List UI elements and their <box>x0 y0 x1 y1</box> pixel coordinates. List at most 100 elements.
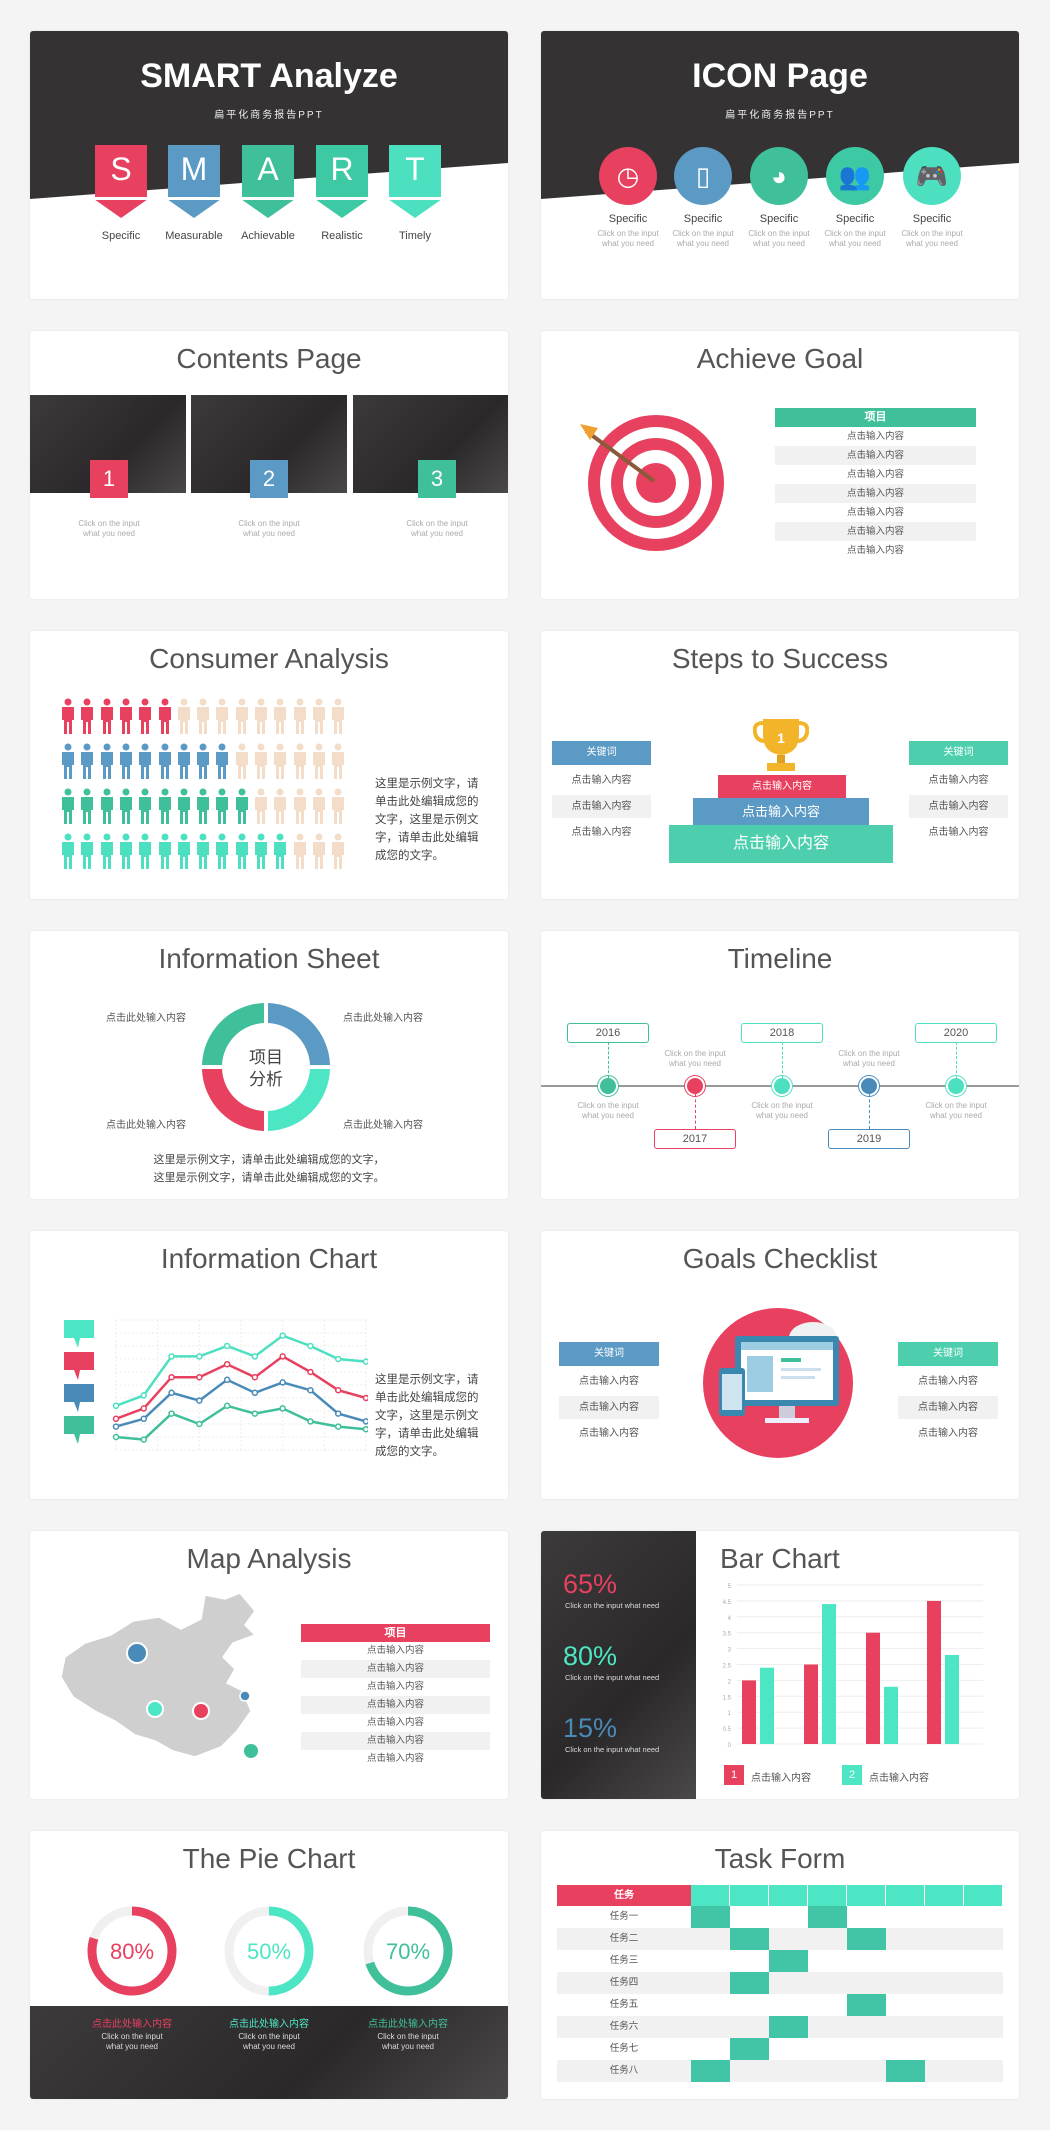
task-cell-filled[interactable] <box>769 2016 808 2038</box>
slide-information-sheet[interactable]: Information Sheet 项目 分析 点击此处输入内容 点击此处输入内容… <box>30 931 508 1199</box>
step-level-3[interactable]: 点击输入内容 <box>669 825 893 863</box>
data-point <box>362 1358 368 1365</box>
task-cell-filled[interactable] <box>730 1972 769 1994</box>
slide-information-chart[interactable]: Information Chart 这里是示例文字，请单击此处编辑成您的文字，这… <box>30 1231 508 1499</box>
step-level-1[interactable]: 点击输入内容 <box>718 775 846 798</box>
right-keyword-item[interactable]: 点击输入内容 <box>909 795 1008 818</box>
pie-heading[interactable]: 点击此处输入内容 <box>72 2015 192 2030</box>
slide-timeline[interactable]: Timeline 2016 Click on the input what you … <box>541 931 1019 1199</box>
table-row[interactable]: 点击输入内容 <box>775 503 976 522</box>
icon-circle[interactable]: ▯ <box>674 147 732 205</box>
data-point <box>279 1405 286 1412</box>
left-keyword-item[interactable]: 点击输入内容 <box>552 821 651 844</box>
body-line-1[interactable]: 这里是示例文字，请单击此处编辑成您的文字， <box>30 1151 508 1169</box>
task-header-cell <box>730 1885 768 1906</box>
slide-pie-chart[interactable]: The Pie Chart 80% 点击此处输入内容 Click on the in… <box>30 1831 508 2099</box>
right-keyword-item[interactable]: 点击输入内容 <box>909 769 1008 792</box>
description-text[interactable]: 这里是示例文字，请单击此处编辑成您的文字，这里是示例文字，请单击此处编辑成您的文… <box>375 775 487 865</box>
timeline-year-box[interactable]: 2016 <box>567 1023 649 1043</box>
quadrant-label-bl[interactable]: 点击此处输入内容 <box>96 1116 196 1131</box>
slide-bar-chart[interactable]: 65% Click on the input what need 80% Click … <box>541 1531 1019 1799</box>
slide-goals-checklist[interactable]: Goals Checklist 关键词 点击输入内容 点击输入内容 点击输入内容 关键词… <box>541 1231 1019 1499</box>
task-cell-filled[interactable] <box>886 2060 925 2082</box>
task-name[interactable]: 任务七 <box>557 2038 691 2060</box>
task-cell-filled[interactable] <box>691 1906 730 1928</box>
task-name[interactable]: 任务八 <box>557 2060 691 2082</box>
task-cell-filled[interactable] <box>847 1994 886 2016</box>
task-name[interactable]: 任务五 <box>557 1994 691 2016</box>
table-row[interactable]: 点击输入内容 <box>775 465 976 484</box>
slide-icon-page[interactable]: ICON Page 扁平化商务报告PPT ◷ Specific Click on t… <box>541 31 1019 299</box>
right-keyword-item[interactable]: 点击输入内容 <box>898 1396 998 1419</box>
timeline-year-box[interactable]: 2017 <box>654 1129 736 1149</box>
pie-heading[interactable]: 点击此处输入内容 <box>209 2015 329 2030</box>
quadrant-label-br[interactable]: 点击此处输入内容 <box>333 1116 433 1131</box>
icon-circle[interactable]: ◕ <box>750 147 808 205</box>
task-name[interactable]: 任务六 <box>557 2016 691 2038</box>
table-row[interactable]: 点击输入内容 <box>775 427 976 446</box>
task-cell-filled[interactable] <box>769 1950 808 1972</box>
timeline-year-box[interactable]: 2019 <box>828 1129 910 1149</box>
timeline-dot[interactable] <box>600 1078 616 1094</box>
body-line-2[interactable]: 这里是示例文字，请单击此处编辑成您的文字。 <box>30 1169 508 1187</box>
task-name[interactable]: 任务一 <box>557 1906 691 1928</box>
task-cell-filled[interactable] <box>730 2038 769 2060</box>
task-header-cell <box>886 1885 924 1906</box>
quadrant-label-tl[interactable]: 点击此处输入内容 <box>96 1009 196 1024</box>
person-icon <box>62 743 74 779</box>
table-row[interactable]: 点击输入内容 <box>775 446 976 465</box>
contents-number[interactable]: 2 <box>250 460 288 498</box>
icon-circle[interactable]: 🎮 <box>903 147 961 205</box>
task-name[interactable]: 任务三 <box>557 1950 691 1972</box>
slide-contents-page[interactable]: Contents Page 1 Click on the input what yo… <box>30 331 508 599</box>
contents-number[interactable]: 1 <box>90 460 128 498</box>
table-row[interactable]: 点击输入内容 <box>301 1750 490 1768</box>
timeline-year-box[interactable]: 2018 <box>741 1023 823 1043</box>
stat-caption: Click on the input what need <box>565 1745 660 1754</box>
table-row[interactable]: 点击输入内容 <box>775 522 976 541</box>
contents-number[interactable]: 3 <box>418 460 456 498</box>
timeline-year-box[interactable]: 2020 <box>915 1023 997 1043</box>
timeline-dot[interactable] <box>861 1078 877 1094</box>
right-keyword-item[interactable]: 点击输入内容 <box>909 821 1008 844</box>
timeline-dot[interactable] <box>948 1078 964 1094</box>
description-text[interactable]: 这里是示例文字，请单击此处编辑成您的文字，这里是示例文字，请单击此处编辑成您的文… <box>375 1371 487 1461</box>
slide-steps-to-success[interactable]: Steps to Success 1 点击输入内容 点击输入内容 点击输入内容 … <box>541 631 1019 899</box>
right-keyword-item[interactable]: 点击输入内容 <box>898 1370 998 1393</box>
left-keyword-item[interactable]: 点击输入内容 <box>559 1370 659 1393</box>
task-cell-filled[interactable] <box>808 1906 847 1928</box>
table-row[interactable]: 点击输入内容 <box>301 1660 490 1678</box>
table-row[interactable]: 点击输入内容 <box>301 1642 490 1660</box>
left-keyword-item[interactable]: 点击输入内容 <box>552 795 651 818</box>
right-keyword-item[interactable]: 点击输入内容 <box>898 1422 998 1445</box>
slide-map-analysis[interactable]: Map Analysis 项目 点击输入内容 点击输入内容 点击输入内容 点击输入内容… <box>30 1531 508 1799</box>
quadrant-label-tr[interactable]: 点击此处输入内容 <box>333 1009 433 1024</box>
table-row[interactable]: 点击输入内容 <box>301 1696 490 1714</box>
person-icon <box>274 698 287 734</box>
icon-circle[interactable]: ◷ <box>599 147 657 205</box>
slide-consumer-analysis[interactable]: Consumer Analysis 这里是示例文字，请单击此处编辑成您的文字，这… <box>30 631 508 899</box>
step-level-2[interactable]: 点击输入内容 <box>693 798 869 825</box>
timeline-dot[interactable] <box>774 1078 790 1094</box>
table-row[interactable]: 点击输入内容 <box>775 484 976 503</box>
task-cell-filled[interactable] <box>847 1928 886 1950</box>
left-keyword-item[interactable]: 点击输入内容 <box>559 1396 659 1419</box>
person-icon <box>332 788 345 824</box>
pie-heading[interactable]: 点击此处输入内容 <box>348 2015 468 2030</box>
task-header-cell <box>925 1885 963 1906</box>
task-name[interactable]: 任务二 <box>557 1928 691 1950</box>
table-row[interactable]: 点击输入内容 <box>775 541 976 560</box>
left-keyword-item[interactable]: 点击输入内容 <box>552 769 651 792</box>
task-cell-filled[interactable] <box>691 2060 730 2082</box>
task-cell-filled[interactable] <box>730 1928 769 1950</box>
slide-task-form[interactable]: Task Form 任务 任务一 任务二 任务三 任务四 任务五 任务六 任务七 任务八 <box>541 1831 1019 2099</box>
slide-achieve-goal[interactable]: Achieve Goal 项目 点击输入内容 点击输入内容 点击输入内容 点击输入内容… <box>541 331 1019 599</box>
table-row[interactable]: 点击输入内容 <box>301 1678 490 1696</box>
timeline-dot[interactable] <box>687 1078 703 1094</box>
table-row[interactable]: 点击输入内容 <box>301 1732 490 1750</box>
task-name[interactable]: 任务四 <box>557 1972 691 1994</box>
left-keyword-item[interactable]: 点击输入内容 <box>559 1422 659 1445</box>
table-row[interactable]: 点击输入内容 <box>301 1714 490 1732</box>
slide-smart-analyze[interactable]: SMART Analyze 扁平化商务报告PPT S Specific M Measu… <box>30 31 508 299</box>
icon-circle[interactable]: 👥 <box>826 147 884 205</box>
